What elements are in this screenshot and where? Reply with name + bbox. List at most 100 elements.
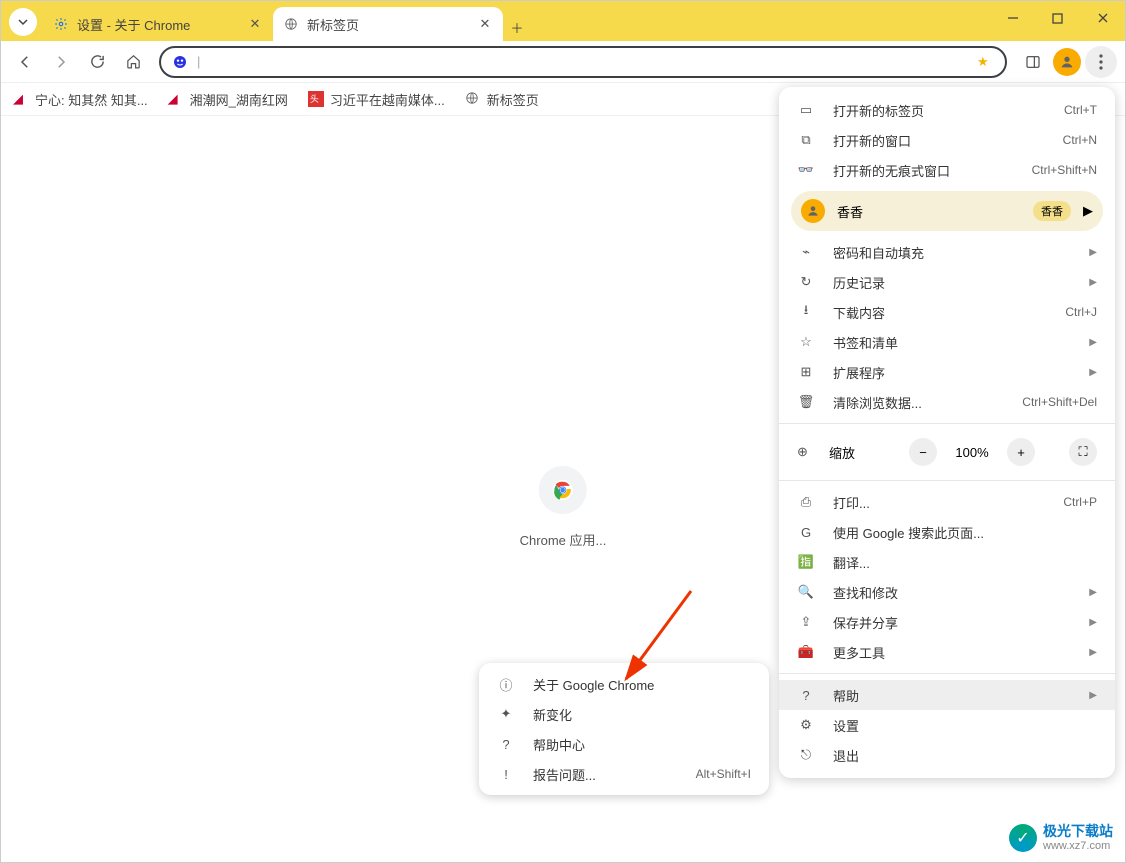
menu-separator — [779, 673, 1115, 674]
menu-downloads[interactable]: ⭳下载内容Ctrl+J — [779, 297, 1115, 327]
chrome-menu-button[interactable] — [1085, 46, 1117, 78]
info-icon: ⓘ — [497, 675, 515, 694]
minimize-button[interactable] — [990, 1, 1035, 35]
menu-new-tab[interactable]: ▭打开新的标签页Ctrl+T — [779, 95, 1115, 125]
toolbox-icon: 🧰 — [797, 644, 815, 660]
tab-title: 设置 - 关于 Chrome — [77, 15, 239, 34]
tab-close-button[interactable]: ✕ — [477, 16, 493, 32]
chevron-right-icon: ▶ — [1089, 247, 1097, 258]
submenu-about-chrome[interactable]: ⓘ关于 Google Chrome — [479, 669, 769, 699]
menu-passwords[interactable]: ⌁密码和自动填充▶ — [779, 237, 1115, 267]
close-window-button[interactable] — [1080, 1, 1125, 35]
search-icon: 🔍 — [797, 584, 815, 600]
maximize-button[interactable] — [1035, 1, 1080, 35]
chevron-right-icon: ▶ — [1089, 690, 1097, 701]
address-bar[interactable]: | ★ — [159, 46, 1007, 78]
gear-icon: ⚙ — [797, 717, 815, 733]
google-icon: G — [797, 525, 815, 540]
side-panel-button[interactable] — [1017, 46, 1049, 78]
submenu-report-issue[interactable]: !报告问题...Alt+Shift+I — [479, 759, 769, 789]
menu-new-window[interactable]: ⧉打开新的窗口Ctrl+N — [779, 125, 1115, 155]
back-button[interactable] — [9, 46, 41, 78]
tab-icon: ▭ — [797, 102, 815, 118]
menu-find[interactable]: 🔍查找和修改▶ — [779, 577, 1115, 607]
menu-zoom-row: ⊕ 缩放 − 100% + ⛶ — [779, 430, 1115, 474]
chevron-right-icon: ▶ — [1089, 617, 1097, 628]
menu-help[interactable]: ?帮助▶ — [779, 680, 1115, 710]
watermark-logo-icon: ✓ — [1009, 824, 1037, 852]
bookmark-item[interactable]: 头条习近平在越南媒体... — [308, 90, 445, 109]
bookmark-item[interactable]: 新标签页 — [465, 90, 539, 109]
menu-settings[interactable]: ⚙设置 — [779, 710, 1115, 740]
menu-separator — [779, 480, 1115, 481]
menu-exit[interactable]: ⎋退出 — [779, 740, 1115, 770]
watermark: ✓ 极光下载站 www.xz7.com — [1009, 824, 1113, 852]
key-icon: ⌁ — [797, 244, 815, 260]
zoom-out-button[interactable]: − — [909, 438, 937, 466]
sparkle-icon: ✦ — [497, 706, 515, 722]
menu-history[interactable]: ↻历史记录▶ — [779, 267, 1115, 297]
apps-shortcut[interactable]: Chrome 应用... — [520, 466, 607, 549]
globe-icon — [283, 16, 299, 32]
menu-print[interactable]: ⎙打印...Ctrl+P — [779, 487, 1115, 517]
menu-bookmarks[interactable]: ☆书签和清单▶ — [779, 327, 1115, 357]
avatar-icon — [801, 199, 825, 223]
home-button[interactable] — [117, 46, 149, 78]
tab-strip: 设置 - 关于 Chrome ✕ 新标签页 ✕ ＋ — [1, 1, 1125, 41]
translate-icon: 🈯 — [797, 554, 815, 570]
share-icon: ⇪ — [797, 614, 815, 630]
submenu-whats-new[interactable]: ✦新变化 — [479, 699, 769, 729]
incognito-icon: 👓 — [797, 162, 815, 178]
menu-share[interactable]: ⇪保存并分享▶ — [779, 607, 1115, 637]
tab-close-button[interactable]: ✕ — [247, 16, 263, 32]
trash-icon: 🗑 — [797, 394, 815, 410]
tab-search-button[interactable] — [9, 8, 37, 36]
tab-newtab[interactable]: 新标签页 ✕ — [273, 7, 503, 41]
zoom-in-button[interactable]: + — [1007, 438, 1035, 466]
menu-more-tools[interactable]: 🧰更多工具▶ — [779, 637, 1115, 667]
menu-translate[interactable]: 🈯翻译... — [779, 547, 1115, 577]
zoom-value: 100% — [951, 445, 993, 460]
globe-icon — [465, 91, 481, 107]
window-icon: ⧉ — [797, 132, 815, 148]
profile-avatar-button[interactable] — [1053, 48, 1081, 76]
chevron-right-icon: ▶ — [1089, 337, 1097, 348]
chevron-right-icon: ▶ — [1083, 203, 1093, 219]
window-controls — [990, 1, 1125, 35]
help-icon: ? — [797, 688, 815, 703]
menu-clear-data[interactable]: 🗑清除浏览数据...Ctrl+Shift+Del — [779, 387, 1115, 417]
new-tab-button[interactable]: ＋ — [503, 13, 531, 41]
gear-icon — [53, 16, 69, 32]
reload-button[interactable] — [81, 46, 113, 78]
fullscreen-button[interactable]: ⛶ — [1069, 438, 1097, 466]
zoom-icon: ⊕ — [797, 444, 815, 460]
tab-settings[interactable]: 设置 - 关于 Chrome ✕ — [43, 7, 273, 41]
menu-profile-row[interactable]: 香香 香香 ▶ — [791, 191, 1103, 231]
bookmark-favicon: 头条 — [308, 91, 324, 107]
search-engine-icon — [171, 53, 189, 71]
menu-incognito[interactable]: 👓打开新的无痕式窗口Ctrl+Shift+N — [779, 155, 1115, 185]
forward-button[interactable] — [45, 46, 77, 78]
bookmark-item[interactable]: ◢湘潮网_湖南红网 — [168, 90, 288, 109]
menu-search-page[interactable]: G使用 Google 搜索此页面... — [779, 517, 1115, 547]
submenu-help-center[interactable]: ?帮助中心 — [479, 729, 769, 759]
apps-label: Chrome 应用... — [520, 530, 607, 549]
chrome-icon — [539, 466, 587, 514]
chevron-down-icon — [17, 16, 29, 28]
print-icon: ⎙ — [797, 494, 815, 510]
chrome-menu: ▭打开新的标签页Ctrl+T ⧉打开新的窗口Ctrl+N 👓打开新的无痕式窗口C… — [779, 87, 1115, 778]
tab-title: 新标签页 — [307, 15, 469, 34]
help-submenu: ⓘ关于 Google Chrome ✦新变化 ?帮助中心 !报告问题...Alt… — [479, 663, 769, 795]
download-icon: ⭳ — [797, 301, 815, 323]
alert-icon: ! — [497, 767, 515, 782]
help-icon: ? — [497, 737, 515, 752]
bookmark-star-icon[interactable]: ★ — [977, 54, 995, 70]
chevron-right-icon: ▶ — [1089, 367, 1097, 378]
chevron-right-icon: ▶ — [1089, 587, 1097, 598]
bookmark-favicon: ◢ — [168, 91, 184, 107]
url-input[interactable] — [208, 54, 969, 70]
chevron-right-icon: ▶ — [1089, 277, 1097, 288]
bookmark-favicon: ◢ — [13, 91, 29, 107]
menu-extensions[interactable]: ⊞扩展程序▶ — [779, 357, 1115, 387]
bookmark-item[interactable]: ◢宁心: 知其然 知其... — [13, 90, 148, 109]
